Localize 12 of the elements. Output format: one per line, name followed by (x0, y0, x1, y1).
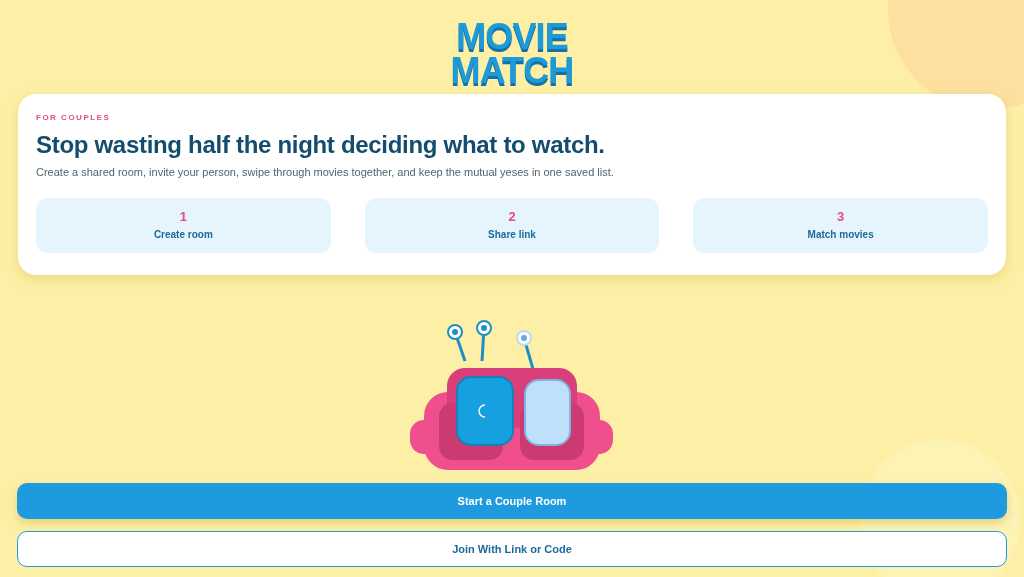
join-button[interactable]: Join With Link or Code (17, 531, 1007, 567)
eyebrow-label: FOR COUPLES (36, 112, 112, 124)
logo: MOVIE MATCH (450, 20, 574, 88)
step-number: 1 (179, 208, 187, 225)
step-number: 2 (508, 208, 516, 225)
start-room-button[interactable]: Start a Couple Room (17, 483, 1007, 519)
step-label: Create room (153, 227, 213, 242)
step-label: Match movies (807, 227, 874, 242)
step-label: Share link (488, 227, 536, 242)
headline: Stop wasting half the night deciding what to watch. (36, 130, 606, 160)
description: Create a shared room, invite your person, swipe through movies together, and keep the mutual yeses in one saved list. (36, 165, 615, 180)
step-number: 3 (837, 208, 845, 225)
